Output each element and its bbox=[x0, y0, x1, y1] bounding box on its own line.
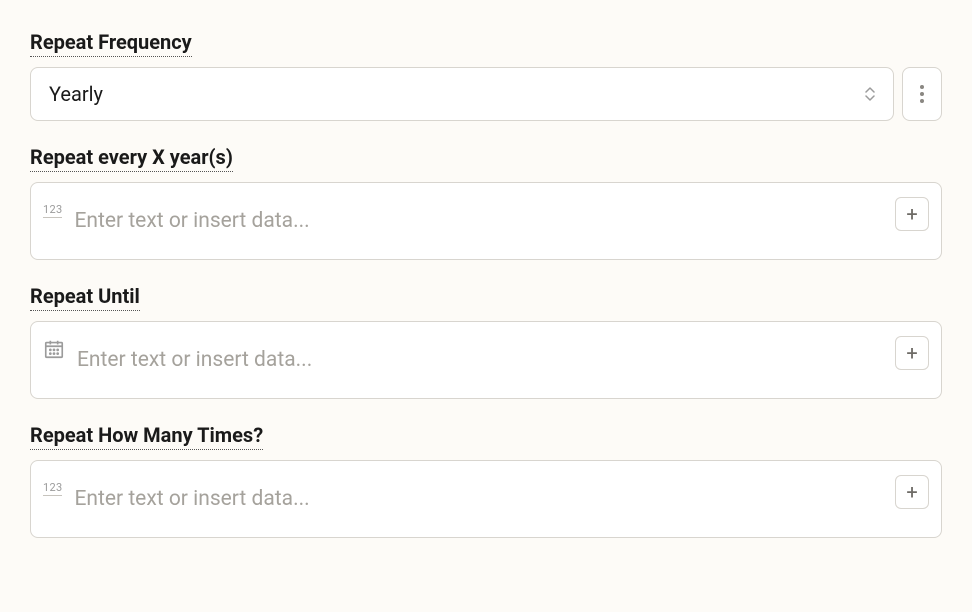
insert-data-button[interactable]: + bbox=[895, 336, 929, 370]
input-box-how-many: 123 + bbox=[30, 460, 942, 538]
number-type-icon: 123 bbox=[43, 203, 62, 218]
input-box-every-x: 123 + bbox=[30, 182, 942, 260]
calendar-icon bbox=[43, 338, 65, 364]
repeat-frequency-value: Yearly bbox=[49, 82, 103, 106]
label-repeat-until: Repeat Until bbox=[30, 284, 140, 311]
number-type-icon: 123 bbox=[43, 481, 62, 496]
plus-icon: + bbox=[906, 202, 917, 226]
frequency-more-button[interactable] bbox=[902, 67, 942, 121]
chevron-up-down-icon bbox=[865, 87, 875, 101]
repeat-frequency-select[interactable]: Yearly bbox=[30, 67, 894, 121]
repeat-every-x-input[interactable] bbox=[74, 209, 883, 233]
plus-icon: + bbox=[906, 480, 917, 504]
input-box-until: + bbox=[30, 321, 942, 399]
insert-data-button[interactable]: + bbox=[895, 475, 929, 509]
label-repeat-frequency: Repeat Frequency bbox=[30, 30, 192, 57]
dots-vertical-icon bbox=[920, 85, 924, 103]
repeat-how-many-input[interactable] bbox=[74, 487, 883, 511]
field-repeat-until: Repeat Until + bbox=[30, 284, 942, 399]
repeat-until-input[interactable] bbox=[77, 348, 883, 372]
label-repeat-how-many: Repeat How Many Times? bbox=[30, 423, 263, 450]
insert-data-button[interactable]: + bbox=[895, 197, 929, 231]
plus-icon: + bbox=[906, 341, 917, 365]
field-repeat-how-many: Repeat How Many Times? 123 + bbox=[30, 423, 942, 538]
field-repeat-frequency: Repeat Frequency Yearly bbox=[30, 30, 942, 121]
label-repeat-every-x: Repeat every X year(s) bbox=[30, 145, 233, 172]
field-repeat-every-x: Repeat every X year(s) 123 + bbox=[30, 145, 942, 260]
select-row: Yearly bbox=[30, 67, 942, 121]
